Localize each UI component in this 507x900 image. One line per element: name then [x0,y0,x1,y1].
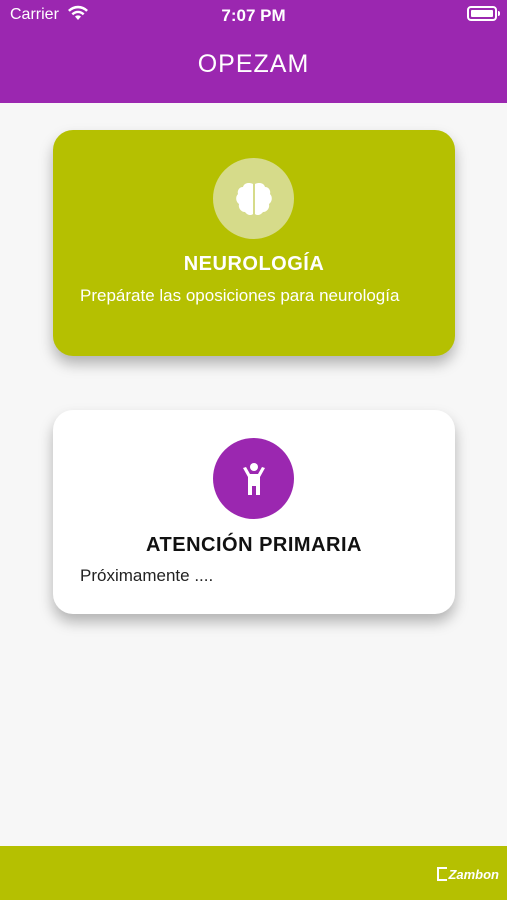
card-description: Próximamente .... [80,566,214,585]
card-description: Prepárate las oposiciones para neurologí… [80,286,400,305]
battery-icon [467,6,500,21]
card-neurologia[interactable]: NEUROLOGÍA Prepárate las oposiciones par… [53,130,455,356]
status-time: 7:07 PM [221,6,286,25]
card-title: NEUROLOGÍA [183,253,325,275]
footer-bar: Zambon [0,846,507,900]
brain-icon [213,158,294,239]
child-icon [213,438,294,519]
status-bar: Carrier 7:07 PM [0,0,507,30]
card-title: ATENCIÓN PRIMARIA [146,534,362,556]
card-atencion-primaria[interactable]: ATENCIÓN PRIMARIA Próximamente .... [53,410,455,614]
brand-name: Zambon [448,866,499,882]
app-title: OPEZAM [197,50,310,78]
zambon-logo: Zambon [437,865,499,883]
zambon-logo-mark [437,867,448,881]
app-header: Carrier 7:07 PM OPEZAM [0,0,507,103]
